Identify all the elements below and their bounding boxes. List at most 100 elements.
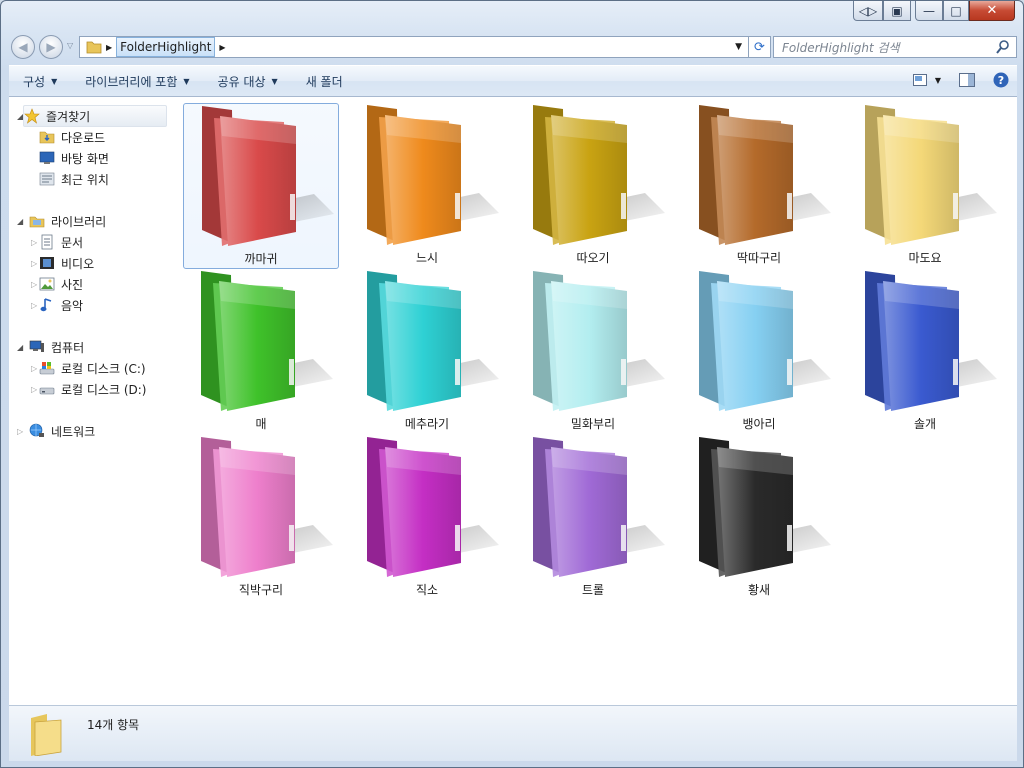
refresh-button[interactable]: ⟳ (749, 36, 771, 58)
search-input[interactable]: FolderHighlight 검색 (773, 36, 1017, 58)
folder-icon (865, 271, 997, 411)
folder-icon (533, 271, 665, 411)
expand-icon[interactable]: ▷ (31, 301, 37, 310)
computer-node[interactable]: 컴퓨터 (29, 337, 84, 357)
desktop-label: 바탕 화면 (61, 151, 109, 166)
folder-item[interactable]: 직소 (349, 435, 505, 601)
folder-item[interactable]: 황새 (681, 435, 837, 601)
sidebar-item-recent-places[interactable]: 최근 위치 (39, 169, 109, 189)
chevron-right-icon[interactable]: ▶ (106, 43, 112, 52)
new-folder-button[interactable]: 새 폴더 (292, 73, 357, 90)
share-label: 공유 대상 (217, 74, 266, 89)
minimize-button[interactable]: — (915, 1, 943, 21)
help-icon[interactable]: ? (993, 72, 1009, 88)
expand-icon[interactable]: ▷ (31, 385, 37, 394)
file-list: 까마귀 느시 따오기 딱따구리 마도요매 메추라기 밀화부리 뱅아리 솔개직박구리 직소 트롤 황새 (167, 97, 1017, 705)
forward-button[interactable]: ▶ (39, 35, 63, 59)
folder-label: 매 (255, 417, 267, 431)
folder-item[interactable]: 딱따구리 (681, 103, 837, 269)
folder-label: 뱅아리 (742, 417, 776, 431)
folder-item[interactable]: 느시 (349, 103, 505, 269)
sidebar-item-documents[interactable]: 문서 (39, 232, 83, 252)
sidebar-item-drive-d[interactable]: 로컬 디스크 (D:) (39, 379, 146, 399)
view-options[interactable]: ▼ (912, 74, 941, 86)
folder-item[interactable]: 마도요 (847, 103, 1003, 269)
pictures-label: 사진 (61, 277, 84, 292)
explorer-window: ◁▷ ▣ — □ ✕ ◀ ▶ ▽ ▶ FolderHighlight ▶ ▼ ⟳… (0, 0, 1024, 768)
libraries-label: 라이브러리 (51, 214, 107, 229)
sidebar-item-music[interactable]: 음악 (39, 295, 83, 315)
drive-icon (39, 387, 55, 395)
chevron-down-icon[interactable]: ▼ (735, 42, 742, 52)
folder-label: 까마귀 (244, 252, 278, 266)
expand-icon[interactable]: ▷ (31, 238, 37, 247)
documents-label: 문서 (61, 235, 84, 250)
folder-item[interactable]: 까마귀 (183, 103, 339, 269)
system-drive-icon (39, 362, 55, 375)
folder-item[interactable]: 뱅아리 (681, 269, 837, 435)
sidebar-item-downloads[interactable]: 다운로드 (39, 127, 105, 147)
documents-icon (41, 234, 53, 250)
sidebar-item-videos[interactable]: 비디오 (39, 253, 94, 273)
network-node[interactable]: 네트워크 (29, 421, 95, 441)
breadcrumb[interactable]: FolderHighlight (116, 37, 216, 57)
expand-icon[interactable]: ▷ (31, 280, 37, 289)
downloads-label: 다운로드 (61, 130, 106, 145)
folder-item[interactable]: 따오기 (515, 103, 671, 269)
expand-icon[interactable]: ▷ (31, 364, 37, 373)
address-bar[interactable]: ▶ FolderHighlight ▶ ▼ (79, 36, 749, 58)
sidebar-item-desktop[interactable]: 바탕 화면 (39, 148, 109, 168)
include-in-library-menu[interactable]: 라이브러리에 포함 ▼ (71, 73, 203, 90)
picture-icon (39, 277, 55, 291)
back-button[interactable]: ◀ (11, 35, 35, 59)
folder-item[interactable]: 직박구리 (183, 435, 339, 601)
folder-label: 밀화부리 (570, 417, 616, 431)
caret-down-icon: ▼ (183, 76, 190, 86)
search-icon[interactable] (996, 40, 1010, 54)
recent-pages-chevron-icon[interactable]: ▽ (67, 41, 73, 50)
maximize-button[interactable]: □ (943, 1, 969, 21)
favorites-node[interactable]: 즐겨찾기 (23, 105, 167, 127)
expand-icon[interactable]: ▷ (31, 259, 37, 268)
folder-item[interactable]: 메추라기 (349, 269, 505, 435)
preview-pane-icon[interactable] (959, 73, 975, 87)
folder-item[interactable]: 트롤 (515, 435, 671, 601)
favorites-label: 즐겨찾기 (46, 109, 91, 124)
expand-icon[interactable]: ▷ (17, 427, 23, 436)
caret-down-icon[interactable]: ▼ (935, 76, 941, 85)
folder-item[interactable]: 솔개 (847, 269, 1003, 435)
chevron-right-icon[interactable]: ▶ (219, 43, 225, 52)
folder-label: 딱따구리 (736, 251, 782, 265)
snap-icon[interactable]: ▣ (883, 1, 911, 21)
folder-icon (31, 714, 62, 756)
libraries-icon (29, 216, 45, 228)
folder-label: 솔개 (913, 417, 937, 431)
sidebar-item-drive-c[interactable]: 로컬 디스크 (C:) (39, 358, 146, 378)
music-note-icon (40, 298, 52, 312)
folder-icon (699, 271, 831, 411)
folder-icon (533, 437, 665, 577)
folder-item[interactable]: 밀화부리 (515, 269, 671, 435)
folder-label: 직박구리 (238, 583, 284, 597)
drive-d-label: 로컬 디스크 (D:) (61, 382, 147, 397)
collapse-icon[interactable]: ◢ (17, 217, 23, 226)
libraries-node[interactable]: 라이브러리 (29, 211, 106, 231)
view-icon[interactable] (912, 74, 927, 86)
sidebar-item-pictures[interactable]: 사진 (39, 274, 83, 294)
share-with-menu[interactable]: 공유 대상 ▼ (204, 73, 292, 90)
close-button[interactable]: ✕ (969, 1, 1015, 21)
new-folder-label: 새 폴더 (305, 74, 343, 89)
collapse-icon[interactable]: ◢ (17, 343, 23, 352)
folder-label: 느시 (415, 251, 439, 265)
folder-icon (367, 105, 499, 245)
folder-label: 마도요 (908, 251, 942, 265)
caret-down-icon: ▼ (271, 76, 278, 86)
folder-item[interactable]: 매 (183, 269, 339, 435)
videos-label: 비디오 (61, 256, 95, 271)
computer-label: 컴퓨터 (51, 340, 85, 355)
computer-icon (29, 340, 44, 352)
flip-icon[interactable]: ◁▷ (853, 1, 883, 21)
include-label: 라이브러리에 포함 (85, 74, 178, 89)
folder-icon (367, 437, 499, 577)
organize-menu[interactable]: 구성 ▼ (9, 73, 71, 90)
